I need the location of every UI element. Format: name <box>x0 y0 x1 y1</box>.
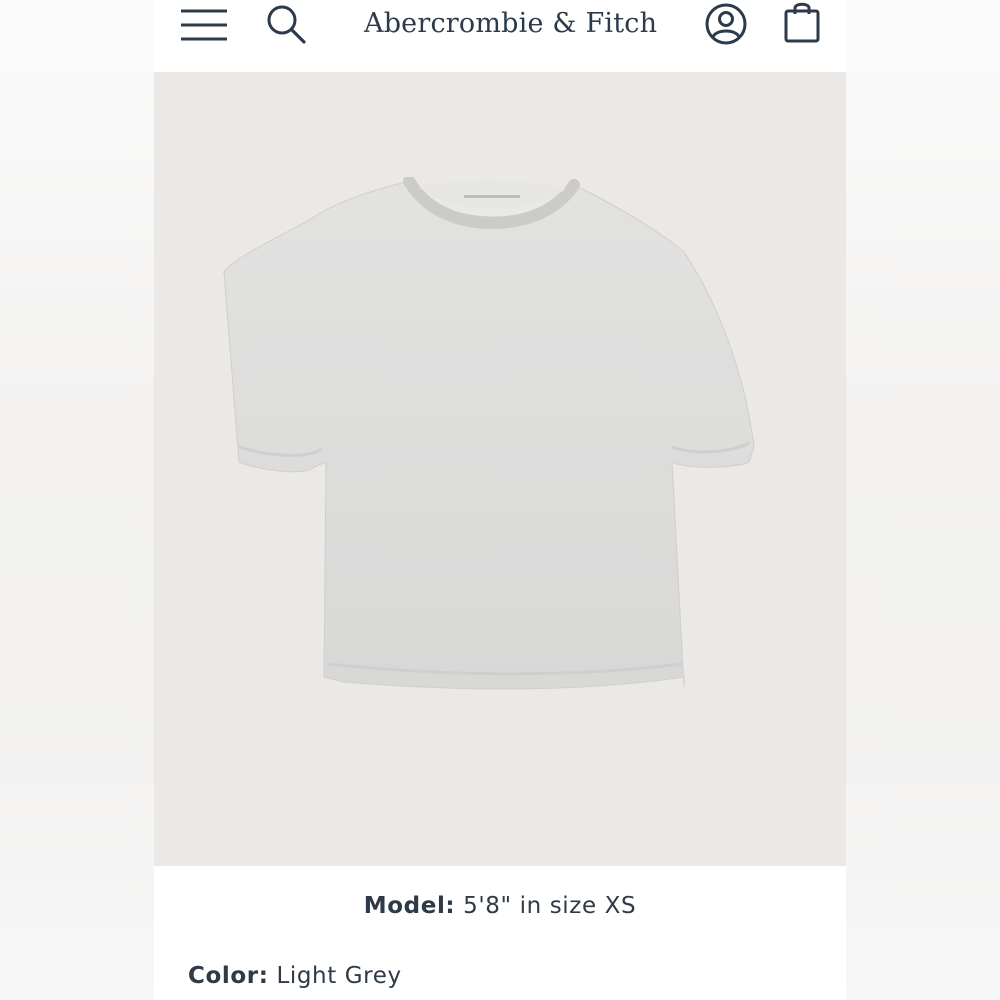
product-image[interactable] <box>154 72 846 866</box>
product-page: Abercrombie & Fitch Model: 5'8" in size … <box>154 0 846 1000</box>
color-value: Light Grey <box>276 963 402 989</box>
color-info: Color: Light Grey <box>188 963 402 989</box>
menu-icon[interactable] <box>181 4 227 42</box>
tshirt-image <box>223 177 755 690</box>
color-label: Color: <box>188 963 269 989</box>
background-left <box>0 0 154 1000</box>
model-info: Model: 5'8" in size XS <box>154 893 846 919</box>
header-bar: Abercrombie & Fitch <box>154 0 846 72</box>
search-icon[interactable] <box>264 2 308 46</box>
model-value: 5'8" in size XS <box>463 893 637 919</box>
shopping-bag-icon[interactable] <box>782 0 822 44</box>
account-icon[interactable] <box>704 2 748 46</box>
model-label: Model: <box>363 893 456 919</box>
brand-logo[interactable]: Abercrombie & Fitch <box>364 4 657 44</box>
background-right <box>846 0 1000 1000</box>
